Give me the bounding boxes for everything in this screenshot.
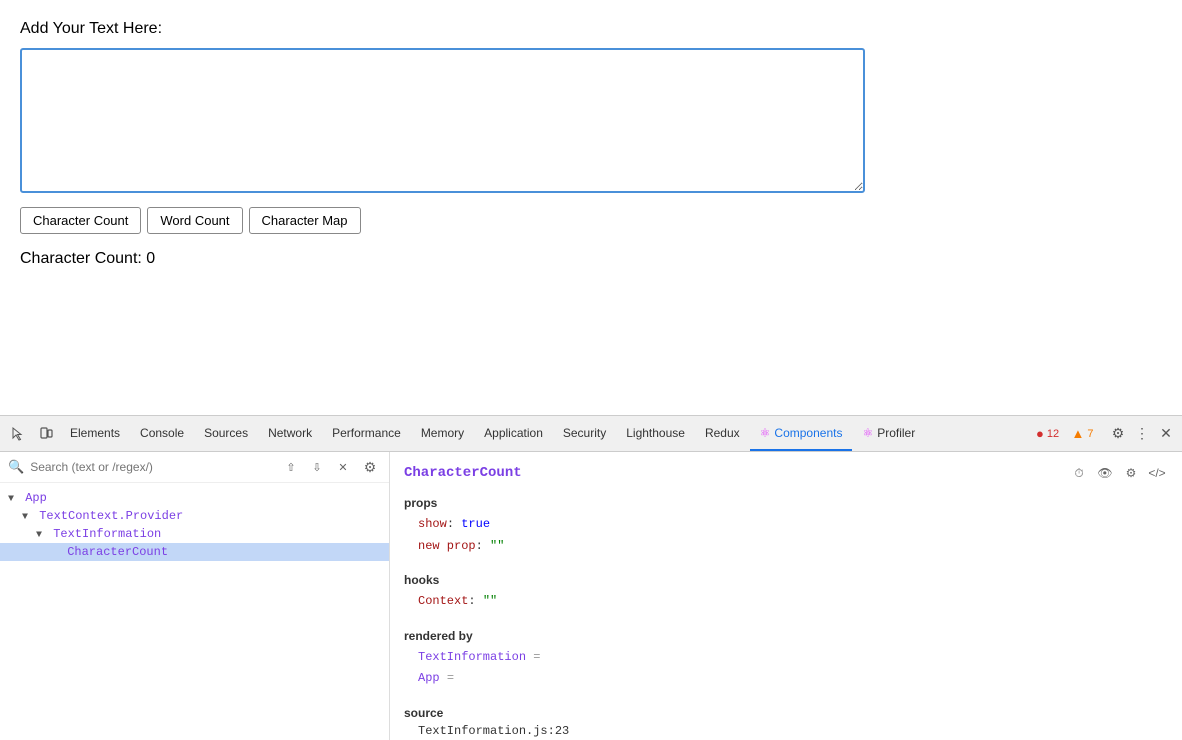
search-clear-button[interactable]: ✕	[333, 457, 353, 477]
tab-security[interactable]: Security	[553, 416, 616, 451]
tab-profiler[interactable]: ⚛ Profiler	[852, 416, 925, 451]
tab-elements[interactable]: Elements	[60, 416, 130, 451]
components-react-icon: ⚛	[760, 426, 771, 440]
tab-redux[interactable]: Redux	[695, 416, 750, 451]
component-name-header: CharacterCount ⏱ 👁 ⚙ </>	[404, 462, 1168, 484]
word-count-button[interactable]: Word Count	[147, 207, 242, 234]
more-options-button[interactable]: ⋮	[1130, 422, 1154, 446]
device-toolbar-button[interactable]	[32, 420, 60, 448]
prop-newprop-key: new prop	[418, 539, 476, 553]
tab-network[interactable]: Network	[258, 416, 322, 451]
component-settings-button[interactable]: ⚙	[359, 456, 381, 478]
inspect-button[interactable]: 👁	[1094, 462, 1116, 484]
char-count-result: Character Count: 0	[20, 250, 1162, 268]
tree-label-app: App	[25, 491, 47, 505]
device-icon	[39, 427, 53, 441]
rendered-by-textinformation-arrow: =	[533, 650, 540, 664]
tab-console[interactable]: Console	[130, 416, 194, 451]
component-tree: ▼ App ▼ TextContext.Provider ▼ TextInfor…	[0, 483, 389, 740]
prop-new-prop: new prop: ""	[404, 536, 1168, 558]
error-badge: ● 12	[1036, 426, 1059, 441]
search-next-button[interactable]: ⇩	[307, 457, 327, 477]
header-icons: ⏱ 👁 ⚙ </>	[1068, 462, 1168, 484]
hooks-section-title: hooks	[404, 573, 1168, 587]
hook-context-value: ""	[483, 594, 497, 608]
prop-show: show: true	[404, 514, 1168, 536]
component-name: CharacterCount	[404, 465, 522, 481]
tab-application[interactable]: Application	[474, 416, 553, 451]
tab-sources[interactable]: Sources	[194, 416, 258, 451]
rendered-by-textinformation[interactable]: TextInformation =	[404, 647, 1168, 669]
source-value: TextInformation.js:23	[404, 724, 1168, 738]
left-panel: 🔍 ⇧ ⇩ ✕ ⚙ ▼ App ▼ TextContext.Provider ▼	[0, 452, 390, 740]
tree-arrow-app: ▼	[8, 494, 18, 505]
cursor-icon	[10, 426, 26, 442]
hook-context: Context: ""	[404, 591, 1168, 613]
character-map-button[interactable]: Character Map	[249, 207, 361, 234]
tab-lighthouse[interactable]: Lighthouse	[616, 416, 695, 451]
devtools-panel: Elements Console Sources Network Perform…	[0, 415, 1182, 740]
tree-label-textinformation: TextInformation	[53, 527, 161, 541]
warn-badge: ▲ 7	[1072, 426, 1094, 441]
tree-item-charactercount[interactable]: CharacterCount	[0, 543, 389, 561]
search-icon: 🔍	[8, 459, 24, 475]
right-panel: CharacterCount ⏱ 👁 ⚙ </> props show: tru…	[390, 452, 1182, 740]
prop-show-key: show	[418, 517, 447, 531]
component-search-input[interactable]	[30, 460, 275, 474]
suspend-button[interactable]: ⏱	[1068, 462, 1090, 484]
app-label: Add Your Text Here:	[20, 20, 1162, 38]
search-bar: 🔍 ⇧ ⇩ ✕ ⚙	[0, 452, 389, 483]
rendered-by-app-label: App	[418, 671, 440, 685]
close-devtools-button[interactable]: ✕	[1154, 422, 1178, 446]
rendered-by-title: rendered by	[404, 629, 1168, 643]
text-input[interactable]	[20, 48, 865, 193]
source-title: source	[404, 706, 1168, 720]
devtools-tabs-bar: Elements Console Sources Network Perform…	[0, 416, 1182, 452]
prop-show-value: true	[461, 517, 490, 531]
error-icon: ●	[1036, 426, 1044, 441]
tab-components[interactable]: ⚛ Components	[750, 416, 853, 451]
log-data-button[interactable]: ⚙	[1120, 462, 1142, 484]
inspect-element-button[interactable]	[4, 420, 32, 448]
tree-arrow-charactercount	[50, 548, 60, 559]
tree-item-textcontext-provider[interactable]: ▼ TextContext.Provider	[0, 507, 389, 525]
tree-label-charactercount: CharacterCount	[67, 545, 168, 559]
tree-label-textcontext: TextContext.Provider	[39, 509, 183, 523]
tab-memory[interactable]: Memory	[411, 416, 474, 451]
app-area: Add Your Text Here: Character Count Word…	[0, 0, 1182, 415]
profiler-react-icon: ⚛	[862, 426, 873, 440]
tree-item-textinformation[interactable]: ▼ TextInformation	[0, 525, 389, 543]
devtools-body: 🔍 ⇧ ⇩ ✕ ⚙ ▼ App ▼ TextContext.Provider ▼	[0, 452, 1182, 740]
props-section-title: props	[404, 496, 1168, 510]
search-prev-button[interactable]: ⇧	[281, 457, 301, 477]
character-count-button[interactable]: Character Count	[20, 207, 141, 234]
warn-icon: ▲	[1072, 426, 1085, 441]
tree-item-app[interactable]: ▼ App	[0, 489, 389, 507]
tree-arrow-textcontext: ▼	[22, 512, 32, 523]
settings-button[interactable]: ⚙	[1106, 422, 1130, 446]
tree-arrow-textinformation: ▼	[36, 530, 46, 541]
view-source-button[interactable]: </>	[1146, 462, 1168, 484]
rendered-by-app[interactable]: App =	[404, 668, 1168, 690]
buttons-row: Character Count Word Count Character Map	[20, 207, 1162, 234]
tab-performance[interactable]: Performance	[322, 416, 411, 451]
rendered-by-textinformation-label: TextInformation	[418, 650, 526, 664]
rendered-by-app-arrow: =	[447, 671, 454, 685]
hook-context-key: Context	[418, 594, 468, 608]
prop-newprop-value: ""	[490, 539, 504, 553]
